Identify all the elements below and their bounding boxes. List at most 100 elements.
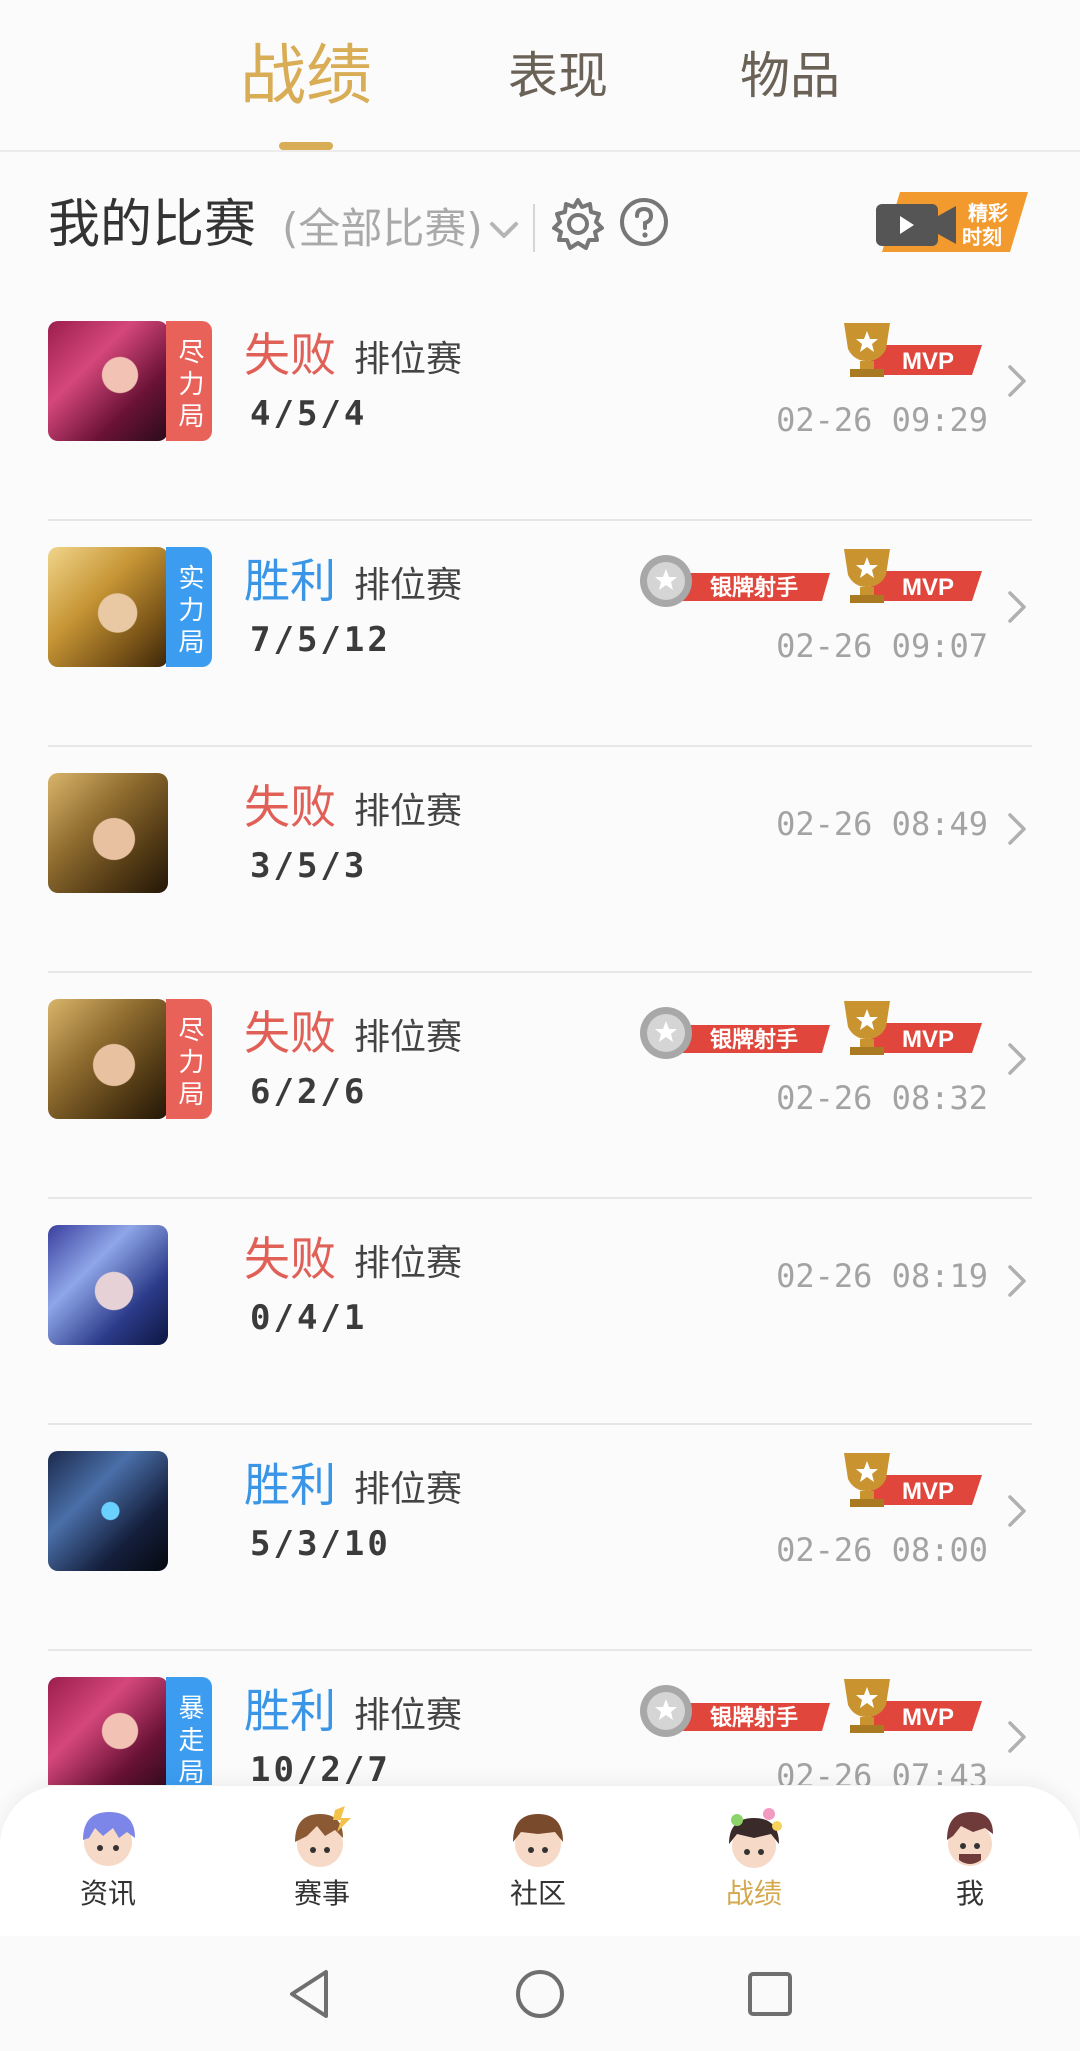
tab-items[interactable]: 物品 [690,36,890,116]
nav-label: 战绩 [725,1877,782,1910]
hero-avatar [48,1451,168,1571]
hero-avatar [48,321,168,441]
tab-record[interactable]: 战绩 [206,36,406,116]
kda: 6/2/6 [250,1072,368,1112]
home-icon[interactable] [510,1964,570,2024]
silver-shooter-badge: 银牌射手 [640,1685,830,1737]
match-result: 失败 [244,328,336,382]
chevron-right-icon[interactable] [1006,807,1030,851]
match-row[interactable]: 尽力局 失败 排位赛 6/2/6 银牌射手 MVP 02-26 08:32 [0,973,1080,1199]
recents-icon[interactable] [740,1964,800,2024]
match-mode: 排位赛 [354,1243,463,1284]
system-nav-bar [0,1936,1080,2051]
svg-text:MVP: MVP [902,1704,954,1731]
match-mode: 排位赛 [354,565,463,606]
match-tag: 尽力局 [166,321,212,441]
tab-performance[interactable]: 表现 [458,36,658,116]
match-mode: 排位赛 [354,1017,463,1058]
match-mode: 排位赛 [354,1469,463,1510]
match-tag: 暴走局 [166,1677,212,1785]
chevron-right-icon[interactable] [1006,1715,1030,1759]
nav-label: 资讯 [79,1877,136,1910]
match-row[interactable]: 暴走局 胜利 排位赛 10/2/7 银牌射手 MVP 02-26 07:43 [0,1651,1080,1785]
highlight-moments-button[interactable]: 精彩 时刻 [876,190,1028,254]
bottom-nav: 资讯 赛事 社区 战绩 我 [0,1786,1080,1936]
mvp-badge: MVP [844,323,982,377]
match-row[interactable]: 尽力局 失败 排位赛 4/5/4 MVP 02-26 09:29 [0,295,1080,521]
mvp-badge: MVP [844,1679,982,1733]
match-mode: 排位赛 [354,339,463,380]
nav-news[interactable]: 资讯 [38,1804,178,1924]
match-time: 02-26 09:29 [776,401,988,439]
kda: 10/2/7 [250,1750,391,1785]
gear-icon[interactable] [550,196,606,252]
header-divider [533,204,535,252]
svg-text:银牌射手: 银牌射手 [710,1705,798,1730]
chevron-right-icon[interactable] [1006,1489,1030,1533]
kda: 7/5/12 [250,620,391,660]
hero-avatar [48,1677,168,1785]
svg-text:银牌射手: 银牌射手 [710,575,798,600]
nav-label: 赛事 [293,1877,350,1910]
svg-text:银牌射手: 银牌射手 [710,1027,798,1052]
hero-avatar [48,547,168,667]
match-time: 02-26 08:00 [776,1531,988,1569]
kda: 4/5/4 [250,394,368,434]
events-avatar-icon [295,1806,351,1867]
help-icon[interactable] [618,196,670,248]
svg-text:MVP: MVP [902,1026,954,1053]
chevron-right-icon[interactable] [1006,585,1030,629]
chevron-right-icon[interactable] [1006,359,1030,403]
match-filter-dropdown[interactable]: (全部比赛) [282,194,483,264]
page-title: 我的比赛 [48,195,257,255]
match-tag: 实力局 [166,547,212,667]
match-tag: 尽力局 [166,999,212,1119]
section-header: 我的比赛 (全部比赛) 精彩 时刻 [0,180,1080,270]
nav-record[interactable]: 战绩 [684,1804,824,1924]
match-result: 失败 [244,1006,336,1060]
svg-text:精彩: 精彩 [968,201,1008,225]
kda: 3/5/3 [250,846,368,886]
svg-text:时刻: 时刻 [962,225,1002,249]
svg-text:MVP: MVP [902,1478,954,1505]
nav-me[interactable]: 我 [900,1804,1040,1924]
match-result: 失败 [244,780,336,834]
match-row[interactable]: 实力局 胜利 排位赛 7/5/12 银牌射手 MVP 02-26 09:07 [0,521,1080,747]
silver-shooter-badge: 银牌射手 [640,1007,830,1059]
kda: 5/3/10 [250,1524,391,1564]
community-avatar-icon [513,1814,563,1867]
top-tab-bar: 战绩 表现 物品 [0,0,1080,152]
record-avatar-icon [729,1808,782,1868]
kda: 0/4/1 [250,1298,368,1338]
chevron-right-icon[interactable] [1006,1037,1030,1081]
svg-text:MVP: MVP [902,348,954,375]
match-result: 胜利 [244,554,336,608]
active-tab-indicator [279,142,333,150]
mvp-badge: MVP [844,549,982,603]
match-time: 02-26 08:19 [776,1257,988,1295]
back-icon[interactable] [280,1964,340,2024]
match-result: 失败 [244,1232,336,1286]
news-avatar-icon [83,1812,135,1866]
svg-text:MVP: MVP [902,574,954,601]
match-result: 胜利 [244,1684,336,1738]
hero-avatar [48,1225,168,1345]
nav-events[interactable]: 赛事 [252,1804,392,1924]
nav-community[interactable]: 社区 [468,1804,608,1924]
match-time: 02-26 07:43 [776,1757,988,1785]
nav-label: 社区 [509,1877,566,1910]
chevron-right-icon[interactable] [1006,1259,1030,1303]
me-avatar-icon [947,1812,993,1866]
hero-avatar [48,773,168,893]
hero-avatar [48,999,168,1119]
match-row[interactable]: 失败 排位赛 3/5/3 02-26 08:49 [0,747,1080,973]
mvp-badge: MVP [844,1453,982,1507]
match-time: 02-26 08:32 [776,1079,988,1117]
match-row[interactable]: 失败 排位赛 0/4/1 02-26 08:19 [0,1199,1080,1425]
video-icon: 精彩 时刻 [876,192,1028,252]
chevron-down-icon[interactable] [486,200,522,260]
match-mode: 排位赛 [354,791,463,832]
match-mode: 排位赛 [354,1695,463,1736]
match-row[interactable]: 胜利 排位赛 5/3/10 MVP 02-26 08:00 [0,1425,1080,1651]
match-time: 02-26 08:49 [776,805,988,843]
